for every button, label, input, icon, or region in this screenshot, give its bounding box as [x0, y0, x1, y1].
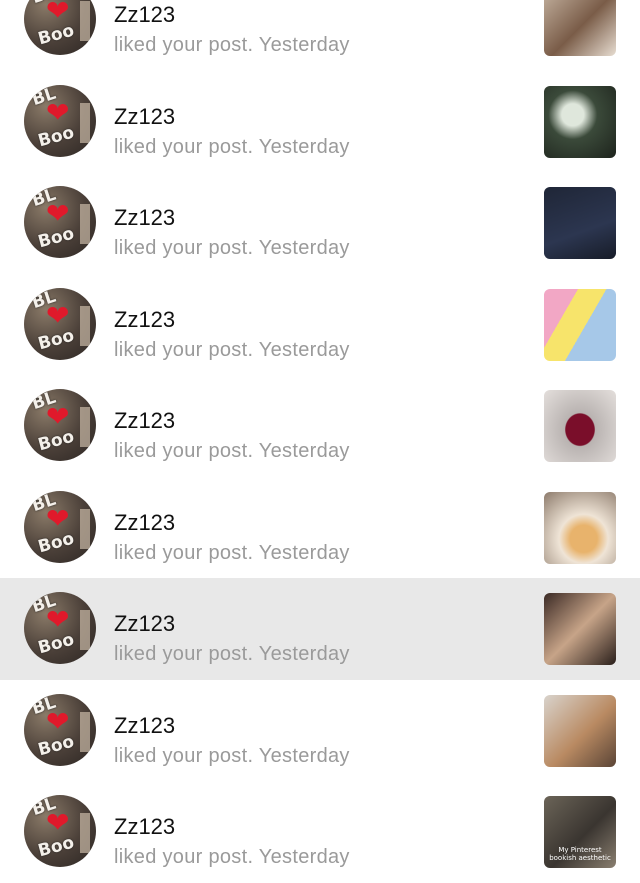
- heart-icon: ❤: [46, 704, 70, 738]
- avatar-text-bottom: Boo: [36, 426, 77, 456]
- notification-row[interactable]: BL ❤ Boo Zz123 liked your post. Yesterday My …: [0, 781, 640, 883]
- username[interactable]: Zz123: [114, 510, 175, 535]
- post-thumbnail[interactable]: [544, 187, 616, 259]
- heart-icon: ❤: [46, 95, 70, 129]
- avatar-decoration: [80, 204, 90, 244]
- activity-text: liked your post. Yesterday: [114, 338, 350, 361]
- post-thumbnail[interactable]: My Pinterest bookish aesthetic: [544, 796, 616, 868]
- username[interactable]: Zz123: [114, 307, 175, 332]
- notification-row[interactable]: BL❤Boo Zz123 liked your post. Yesterday: [0, 71, 640, 173]
- avatar-text-bottom: Boo: [36, 629, 77, 659]
- notification-row[interactable]: BL❤Boo Zz123 liked your post. Yesterday: [0, 578, 640, 680]
- username[interactable]: Zz123: [114, 104, 175, 129]
- avatar[interactable]: BL❤Boo: [24, 0, 96, 55]
- avatar[interactable]: BL❤Boo: [24, 186, 96, 258]
- notification-list: BL❤BooZz123liked your post. YesterdayBL❤…: [0, 0, 640, 883]
- username[interactable]: Zz123: [114, 409, 175, 433]
- avatar-text-bottom: Boo: [36, 528, 77, 557]
- post-thumbnail[interactable]: [544, 0, 616, 56]
- avatar[interactable]: BL❤Boo: [24, 693, 96, 766]
- avatar[interactable]: BL❤Boo: [24, 389, 96, 461]
- avatar-text-bottom: Boo: [36, 122, 77, 151]
- activity-text: liked your post. Yesterday: [114, 237, 350, 259]
- notification-row[interactable]: BL❤Boo Zz123 liked your post. Yesterday: [0, 375, 640, 477]
- avatar-decoration: [80, 407, 90, 447]
- thumbnail-caption: My Pinterest bookish aesthetic: [549, 846, 611, 862]
- avatar-decoration: [80, 102, 90, 143]
- post-thumbnail[interactable]: [544, 390, 616, 462]
- post-thumbnail[interactable]: [544, 85, 616, 158]
- username[interactable]: Zz123: [114, 3, 175, 27]
- post-thumbnail[interactable]: [544, 694, 616, 767]
- activity-text: liked your post. Yesterday: [114, 744, 350, 767]
- post-thumbnail[interactable]: [544, 288, 616, 361]
- notification-row[interactable]: BL❤Boo Zz123 liked your post. Yesterday: [0, 172, 640, 274]
- username[interactable]: Zz123: [114, 206, 175, 230]
- avatar-decoration: [80, 610, 90, 650]
- avatar-text-bottom: Boo: [36, 832, 77, 862]
- heart-icon: ❤: [46, 298, 70, 332]
- heart-icon: ❤: [46, 501, 70, 535]
- avatar-decoration: [80, 813, 90, 853]
- notification-row[interactable]: BL❤Boo Zz123 liked your post. Yesterday: [0, 477, 640, 579]
- avatar-decoration: [80, 305, 90, 346]
- post-thumbnail[interactable]: [544, 491, 616, 564]
- avatar-text-bottom: Boo: [36, 731, 77, 760]
- activity-text: liked your post. Yesterday: [114, 440, 350, 462]
- avatar[interactable]: BL❤Boo: [24, 490, 96, 563]
- username[interactable]: Zz123: [114, 713, 175, 738]
- notification-row[interactable]: BL❤Boo Zz123 liked your post. Yesterday: [0, 680, 640, 782]
- username[interactable]: Zz123: [114, 612, 175, 636]
- activity-text: liked your post. Yesterday: [114, 643, 350, 665]
- avatar-decoration: [80, 508, 90, 549]
- activity-text: liked your post. Yesterday: [114, 34, 350, 56]
- post-thumbnail[interactable]: [544, 593, 616, 665]
- avatar[interactable]: BL❤Boo: [24, 84, 96, 157]
- notification-row[interactable]: BL❤Boo Zz123 liked your post. Yesterday: [0, 0, 640, 71]
- activity-text: liked your post. Yesterday: [114, 135, 350, 158]
- avatar-text-bottom: Boo: [36, 20, 77, 50]
- username[interactable]: Zz123: [114, 815, 175, 839]
- activity-text: liked your post. Yesterday: [114, 541, 350, 564]
- avatar[interactable]: BL❤Boo: [24, 592, 96, 664]
- avatar[interactable]: BL❤Boo: [24, 287, 96, 360]
- avatar-text-bottom: Boo: [36, 325, 77, 354]
- notification-row[interactable]: BL❤Boo Zz123 liked your post. Yesterday: [0, 274, 640, 376]
- activity-text: liked your post. Yesterday: [114, 846, 350, 868]
- avatar-text-bottom: Boo: [36, 223, 77, 253]
- avatar[interactable]: BL❤Boo: [24, 795, 96, 867]
- avatar-decoration: [80, 1, 90, 41]
- avatar-decoration: [80, 711, 90, 752]
